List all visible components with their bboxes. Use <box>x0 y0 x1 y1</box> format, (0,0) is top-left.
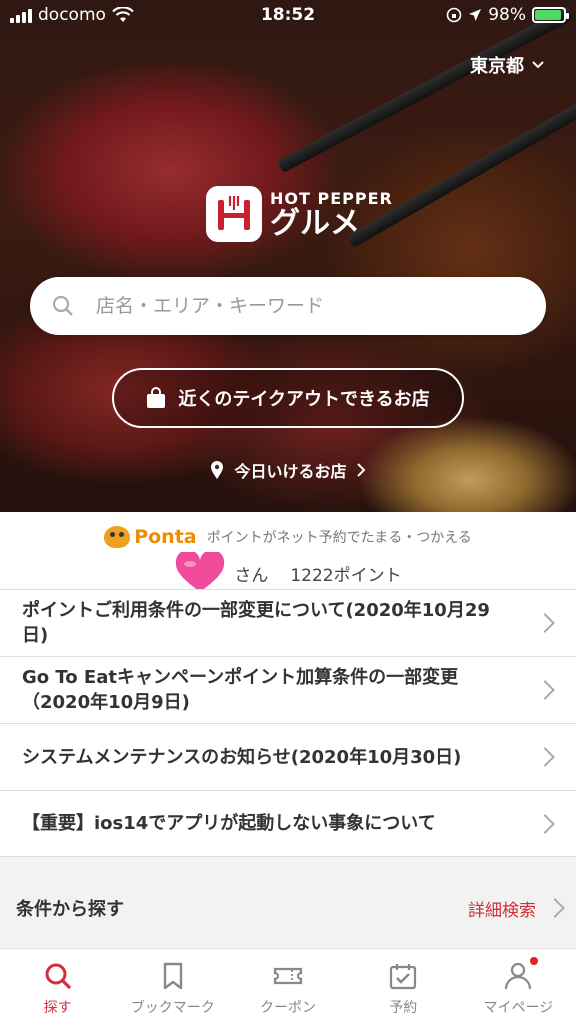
heart-icon <box>174 552 226 594</box>
takeout-button[interactable]: 近くのテイクアウトできるお店 <box>112 368 464 428</box>
app-logo: HOT PEPPER グルメ <box>206 186 393 242</box>
today-link[interactable]: 今日いけるお店 <box>0 458 576 482</box>
rotation-lock-icon <box>446 7 462 23</box>
news-item[interactable]: システムメンテナンスのお知らせ(2020年10月30日) <box>0 723 576 790</box>
chevron-right-icon <box>535 680 555 700</box>
news-item[interactable]: ポイントご利用条件の一部変更について(2020年10月29日) <box>0 589 576 656</box>
tab-bar: 探す ブックマーク クーポン 予約 マイページ <box>0 948 576 1025</box>
condition-search-section: 条件から探す 詳細検索 <box>0 880 576 936</box>
battery-icon <box>532 7 566 23</box>
ponta-description: ポイントがネット予約でたまる・つかえる <box>207 527 472 547</box>
region-label: 東京都 <box>470 52 524 78</box>
ponta-points: 1222ポイント <box>290 561 401 586</box>
brand-name: グルメ <box>270 208 393 240</box>
detail-search-link[interactable]: 詳細検索 <box>468 896 536 921</box>
region-selector[interactable]: 東京都 <box>470 52 544 78</box>
today-label: 今日いけるお店 <box>234 458 346 482</box>
bookmark-icon <box>158 961 188 991</box>
news-item[interactable]: 【重要】ios14でアプリが起動しない事象について <box>0 790 576 857</box>
search-icon <box>43 961 73 991</box>
chevron-right-icon <box>535 814 555 834</box>
detail-search-label: 詳細検索 <box>468 901 536 921</box>
tab-bookmark[interactable]: ブックマーク <box>115 949 230 1025</box>
chevron-right-icon <box>357 463 366 477</box>
chevron-right-icon <box>535 747 555 767</box>
brand-top: HOT PEPPER <box>270 189 393 208</box>
status-bar: docomo 18:52 98% <box>0 0 576 30</box>
battery-percent: 98% <box>488 5 526 25</box>
ponta-mascot-icon <box>104 526 130 548</box>
tab-label: 探す <box>44 997 72 1017</box>
news-title: Go To Eatキャンペーンポイント加算条件の一部変更（2020年10月9日) <box>22 665 516 715</box>
chevron-right-icon <box>545 898 565 918</box>
tab-mypage[interactable]: マイページ <box>461 949 576 1025</box>
tab-label: 予約 <box>389 997 417 1017</box>
news-title: システムメンテナンスのお知らせ(2020年10月30日) <box>22 745 461 770</box>
ticket-icon <box>273 961 303 991</box>
ponta-logo-text: Ponta <box>134 526 196 548</box>
notification-dot <box>530 957 538 965</box>
news-list: ポイントご利用条件の一部変更について(2020年10月29日) Go To Ea… <box>0 589 576 857</box>
news-title: ポイントご利用条件の一部変更について(2020年10月29日) <box>22 598 516 648</box>
calendar-icon <box>388 961 418 991</box>
tab-search[interactable]: 探す <box>0 949 115 1025</box>
tab-reservation[interactable]: 予約 <box>346 949 461 1025</box>
news-title: 【重要】ios14でアプリが起動しない事象について <box>22 811 436 836</box>
search-bar[interactable] <box>30 277 546 335</box>
location-pin-icon <box>210 460 224 480</box>
tab-label: ブックマーク <box>131 997 215 1017</box>
search-icon <box>52 295 74 317</box>
takeout-label: 近くのテイクアウトできるお店 <box>178 385 429 411</box>
ponta-honorific: さん <box>234 561 268 586</box>
person-icon <box>503 961 533 991</box>
search-input[interactable] <box>94 294 498 318</box>
news-item[interactable]: Go To Eatキャンペーンポイント加算条件の一部変更（2020年10月9日) <box>0 656 576 723</box>
tab-label: クーポン <box>260 997 316 1017</box>
location-arrow-icon <box>468 8 482 22</box>
chevron-right-icon <box>535 613 555 633</box>
condition-search-label: 条件から探す <box>16 895 124 921</box>
fork-knife-icon <box>206 186 262 242</box>
shopping-bag-icon <box>146 387 166 409</box>
tab-label: マイページ <box>484 997 554 1017</box>
tab-coupon[interactable]: クーポン <box>230 949 345 1025</box>
chevron-down-icon <box>532 61 544 69</box>
ponta-panel[interactable]: Ponta ポイントがネット予約でたまる・つかえる さん 1222ポイント <box>0 512 576 589</box>
ponta-logo: Ponta <box>104 526 196 548</box>
